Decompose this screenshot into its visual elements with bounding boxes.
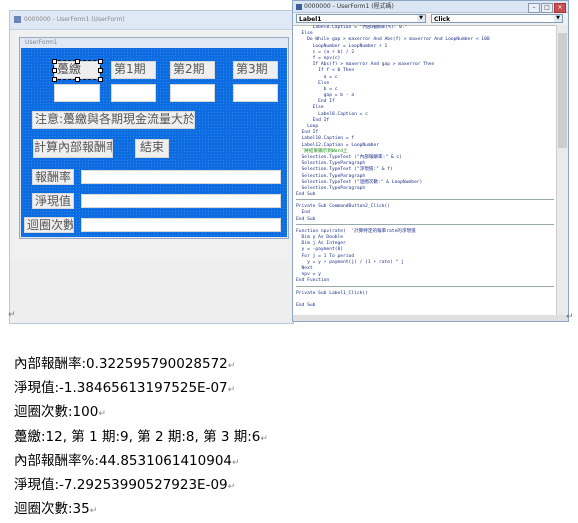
minimize-icon[interactable]: – (528, 3, 540, 13)
textbox-period-3[interactable] (233, 84, 278, 102)
compute-irr-button[interactable]: 計算內部報酬率 (33, 139, 113, 158)
code-window: 0000000 - UserForm1 (程式碼) – □ × Label1 ▼ C… (292, 0, 569, 322)
paragraph-mark-icon: ↵ (232, 457, 240, 468)
chevron-down-icon[interactable]: ▼ (554, 15, 562, 22)
resize-handle[interactable] (52, 59, 57, 64)
code-line: End Sub (296, 192, 316, 198)
resize-handle[interactable] (75, 77, 80, 82)
label-period-2[interactable]: 第2期 (170, 61, 215, 79)
label-npv[interactable]: 淨現值 (32, 193, 74, 209)
doc-line-text: 淨現值:-7.29253990527923E-09 (14, 476, 228, 493)
paragraph-mark-icon: ↵ (98, 409, 106, 420)
paragraph-mark-icon: ↵ (260, 433, 268, 444)
procedure-separator (296, 199, 554, 203)
resize-handle[interactable] (98, 77, 103, 82)
form-window-icon (14, 16, 21, 23)
textbox-initial-payment[interactable] (54, 84, 100, 102)
code-line: End Sub (296, 302, 316, 308)
document-body[interactable]: 內部報酬率:0.322595790028572↵ 淨現值:-1.38465613… (14, 352, 574, 521)
paragraph-mark-icon: ↵ (227, 481, 236, 492)
paragraph-mark-icon: ↵ (89, 506, 98, 517)
label-irr[interactable]: 報酬率 (32, 169, 74, 185)
resize-handle[interactable] (75, 59, 80, 64)
code-horizontal-scrollbar[interactable] (293, 315, 568, 321)
paragraph-mark-icon: ↵ (227, 361, 236, 371)
doc-line-text: 迴圈次數:100 (14, 404, 99, 421)
code-line: End Function (296, 278, 330, 284)
procedure-dropdown-value: Click (434, 16, 451, 23)
scrollbar-thumb[interactable] (558, 33, 567, 148)
textbox-period-2[interactable] (170, 84, 215, 102)
npv-result-field[interactable] (81, 194, 281, 208)
doc-line: 躉繳:12, 第 1 期:9, 第 2 期:8, 第 3 期:6↵ (14, 425, 574, 449)
resize-handle[interactable] (52, 77, 57, 82)
paragraph-return-icon: ↵ (566, 312, 574, 322)
label-iterations[interactable]: 迴圈次數 (24, 217, 74, 233)
doc-line: 淨現值:-7.29253990527923E-09↵ (14, 473, 574, 497)
designer-title: 0000000 - UserForm1 (UserForm) (24, 16, 125, 23)
form-designer-window: 0000000 - UserForm1 (UserForm) UserForm1… (9, 10, 294, 324)
resize-handle[interactable] (98, 68, 103, 73)
chevron-down-icon[interactable]: ▼ (417, 15, 425, 22)
doc-line: 迴圈次數:35↵ (14, 497, 574, 521)
procedure-separator (296, 223, 554, 228)
doc-line: 淨現值:-1.38465613197525E-07↵ (14, 376, 574, 400)
procedure-separator (296, 285, 554, 290)
object-dropdown[interactable]: Label1 ▼ (296, 14, 426, 23)
irr-result-field[interactable] (81, 170, 281, 184)
close-icon[interactable]: × (554, 3, 566, 13)
doc-line-text: 內部報酬率%:44.8531061410904 (14, 452, 233, 469)
doc-line-text: 淨現值:-1.38465613197525E-07 (14, 380, 228, 397)
iterations-result-field[interactable] (81, 218, 281, 232)
code-vertical-scrollbar[interactable] (556, 25, 568, 315)
doc-line-text: 迴圈次數:35 (14, 501, 90, 518)
doc-line-text: 內部報酬率:0.322595790028572 (14, 356, 228, 372)
note-label[interactable]: 注意:躉繳與各期現金流量大於0 (32, 111, 195, 129)
doc-line: 迴圈次數:100↵ (14, 400, 574, 424)
code-window-titlebar: 0000000 - UserForm1 (程式碼) – □ × (293, 1, 568, 13)
designer-empty-area (10, 259, 293, 323)
object-dropdown-value: Label1 (299, 16, 322, 23)
label-period-3[interactable]: 第3期 (233, 61, 278, 79)
designer-titlebar: 0000000 - UserForm1 (UserForm) (10, 11, 293, 30)
doc-line: 內部報酬率%:44.8531061410904↵ (14, 449, 574, 473)
textbox-period-1[interactable] (111, 84, 156, 102)
procedure-dropdown[interactable]: Click ▼ (431, 14, 563, 23)
code-window-icon (296, 3, 302, 10)
paragraph-mark-icon: ↵ (227, 385, 236, 396)
resize-handle[interactable] (98, 59, 103, 64)
doc-line-text: 躉繳:12, 第 1 期:9, 第 2 期:8, 第 3 期:6 (14, 428, 261, 445)
userform[interactable]: UserForm1 躉繳 第1期 第2期 第3期 注意:躉繳與各期現金流量大於0… (19, 37, 289, 239)
anchor-mark-icon: ↵ (8, 310, 16, 320)
maximize-icon[interactable]: □ (541, 3, 553, 13)
userform-canvas[interactable]: 躉繳 第1期 第2期 第3期 注意:躉繳與各期現金流量大於0 計算內部報酬率 結… (21, 48, 287, 237)
code-line: End Sub (296, 216, 316, 222)
code-window-title: 0000000 - UserForm1 (程式碼) (304, 3, 394, 10)
resize-handle[interactable] (52, 68, 57, 73)
end-button[interactable]: 結束 (135, 139, 169, 158)
label-period-1[interactable]: 第1期 (111, 61, 156, 79)
code-editor[interactable]: Label8.Caption = "內部報酬率(%): 0." Else Do … (296, 25, 554, 315)
doc-line: 內部報酬率:0.322595790028572↵ (14, 352, 574, 376)
userform-caption: UserForm1 (25, 39, 58, 46)
